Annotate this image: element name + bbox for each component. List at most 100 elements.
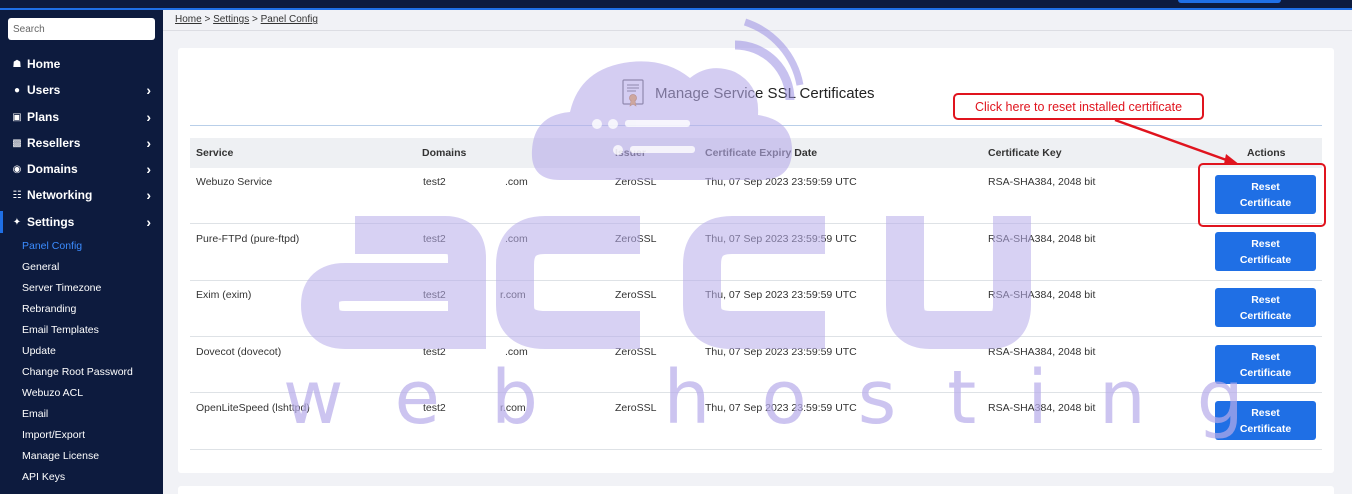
sidebar: ☗ Home ● Users › ▣ Plans › ▩ Resellers ›… <box>0 10 163 494</box>
sidebar-sub-manage-license[interactable]: Manage License <box>22 450 99 462</box>
cell-service: Dovecot (dovecot) <box>196 346 282 358</box>
plans-icon: ▣ <box>12 111 22 123</box>
cell-expiry: Thu, 07 Sep 2023 23:59:59 UTC <box>705 346 857 358</box>
cell-service: Webuzo Service <box>196 176 273 188</box>
sidebar-item-label: Domains <box>27 162 78 176</box>
sidebar-item-home[interactable]: ☗ Home <box>0 53 163 75</box>
annotation-callout: Click here to reset installed certificat… <box>953 93 1204 120</box>
sidebar-item-label: Plans <box>27 110 60 124</box>
sidebar-sub-email[interactable]: Email <box>22 408 48 420</box>
sidebar-item-label: Networking <box>27 188 93 202</box>
sidebar-sub-import-export[interactable]: Import/Export <box>22 429 85 441</box>
cell-key: RSA-SHA384, 2048 bit <box>988 233 1096 245</box>
sidebar-sub-api-keys[interactable]: API Keys <box>22 471 65 483</box>
reset-certificate-button[interactable]: Reset Certificate <box>1215 345 1316 384</box>
cell-key: RSA-SHA384, 2048 bit <box>988 176 1096 188</box>
cell-key: RSA-SHA384, 2048 bit <box>988 289 1096 301</box>
home-icon: ☗ <box>12 58 22 70</box>
cell-expiry: Thu, 07 Sep 2023 23:59:59 UTC <box>705 402 857 414</box>
breadcrumb-divider <box>163 30 1352 31</box>
column-header-service: Service <box>196 147 234 159</box>
row-divider <box>190 223 1322 224</box>
reset-certificate-button[interactable]: Reset Certificate <box>1215 401 1316 440</box>
breadcrumb: Home > Settings > Panel Config <box>175 14 318 25</box>
breadcrumb-separator: > <box>252 14 258 25</box>
globe-icon: ◉ <box>12 163 22 175</box>
sidebar-sub-rebranding[interactable]: Rebranding <box>22 303 76 315</box>
column-header-actions: Actions <box>1247 147 1286 159</box>
cell-expiry: Thu, 07 Sep 2023 23:59:59 UTC <box>705 233 857 245</box>
top-bar-button[interactable] <box>1178 0 1281 3</box>
wrench-icon: ✦ <box>12 216 22 228</box>
reset-certificate-button[interactable]: Reset Certificate <box>1215 232 1316 271</box>
cell-domain-prefix: test2 <box>423 233 446 245</box>
chevron-right-icon: › <box>146 82 151 98</box>
column-header-domains: Domains <box>422 147 467 159</box>
page-title: Manage Service SSL Certificates <box>655 85 875 102</box>
row-divider <box>190 336 1322 337</box>
cell-key: RSA-SHA384, 2048 bit <box>988 346 1096 358</box>
user-icon: ● <box>13 84 21 96</box>
cell-issuer: ZeroSSL <box>615 176 657 188</box>
sidebar-sub-update[interactable]: Update <box>22 345 56 357</box>
chevron-right-icon: › <box>146 161 151 177</box>
search-input[interactable] <box>8 18 155 40</box>
sidebar-item-resellers[interactable]: ▩ Resellers › <box>0 132 163 154</box>
sidebar-sub-panel-config[interactable]: Panel Config <box>22 240 82 252</box>
sidebar-sub-general[interactable]: General <box>22 261 59 273</box>
cell-domain-suffix: .com <box>505 346 528 358</box>
cell-domain-suffix: r.com <box>500 289 526 301</box>
sidebar-item-users[interactable]: ● Users › <box>0 79 163 101</box>
annotation-arrow-icon <box>1114 118 1240 165</box>
breadcrumb-settings[interactable]: Settings <box>213 14 249 25</box>
chevron-right-icon: › <box>146 109 151 125</box>
cell-service: Pure-FTPd (pure-ftpd) <box>196 233 300 245</box>
row-divider <box>190 280 1322 281</box>
sidebar-sub-email-templates[interactable]: Email Templates <box>22 324 99 336</box>
top-bar-accent <box>0 8 1352 10</box>
sidebar-sub-change-root-password[interactable]: Change Root Password <box>22 366 133 378</box>
sidebar-item-label: Users <box>27 83 61 97</box>
cell-issuer: ZeroSSL <box>615 346 657 358</box>
row-divider <box>190 449 1322 450</box>
sidebar-item-networking[interactable]: ☷ Networking › <box>0 184 163 206</box>
row-divider <box>190 392 1322 393</box>
cell-issuer: ZeroSSL <box>615 233 657 245</box>
cell-issuer: ZeroSSL <box>615 289 657 301</box>
cell-domain-suffix: .com <box>505 176 528 188</box>
cell-domain-prefix: test2 <box>423 176 446 188</box>
breadcrumb-separator: > <box>204 14 211 25</box>
sidebar-sub-webuzo-acl[interactable]: Webuzo ACL <box>22 387 83 399</box>
cell-domain-prefix: test2 <box>423 289 446 301</box>
cell-domain-prefix: test2 <box>423 346 446 358</box>
certificate-icon <box>622 79 644 107</box>
column-header-issuer: Issuer <box>615 147 646 159</box>
resellers-icon: ▩ <box>12 137 22 149</box>
cell-key: RSA-SHA384, 2048 bit <box>988 402 1096 414</box>
chevron-right-icon: › <box>146 187 151 203</box>
column-header-expiry: Certificate Expiry Date <box>705 147 818 159</box>
sidebar-item-label: Resellers <box>27 136 81 150</box>
top-bar <box>0 0 1352 10</box>
cell-domain-prefix: test2 <box>423 402 446 414</box>
next-card <box>178 486 1334 494</box>
cell-service: OpenLiteSpeed (lshttpd) <box>196 402 310 414</box>
sidebar-item-settings[interactable]: ✦ Settings › <box>0 211 163 233</box>
cell-domain-suffix: r.com <box>500 402 526 414</box>
cell-service: Exim (exim) <box>196 289 252 301</box>
column-header-key: Certificate Key <box>988 147 1062 159</box>
network-icon: ☷ <box>12 189 22 201</box>
sidebar-item-label: Home <box>27 57 61 71</box>
sidebar-item-plans[interactable]: ▣ Plans › <box>0 106 163 128</box>
sidebar-item-label: Settings <box>27 215 75 229</box>
breadcrumb-current[interactable]: Panel Config <box>261 14 318 25</box>
chevron-right-icon: › <box>146 135 151 151</box>
breadcrumb-home[interactable]: Home <box>175 14 202 25</box>
sidebar-sub-server-timezone[interactable]: Server Timezone <box>22 282 101 294</box>
cell-domain-suffix: .com <box>505 233 528 245</box>
chevron-right-icon: › <box>146 214 151 230</box>
sidebar-item-domains[interactable]: ◉ Domains › <box>0 158 163 180</box>
cell-expiry: Thu, 07 Sep 2023 23:59:59 UTC <box>705 289 857 301</box>
cell-expiry: Thu, 07 Sep 2023 23:59:59 UTC <box>705 176 857 188</box>
reset-certificate-button[interactable]: Reset Certificate <box>1215 288 1316 327</box>
